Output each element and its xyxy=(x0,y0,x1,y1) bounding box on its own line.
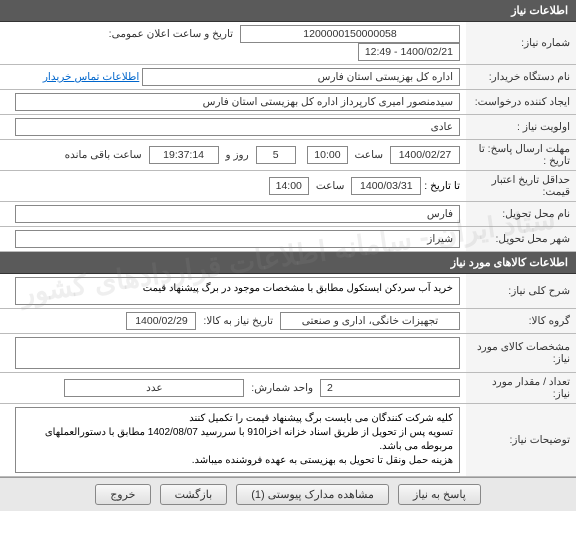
label-public-datetime: تاریخ و ساعت اعلان عمومی: xyxy=(109,28,233,40)
label-time-1: ساعت xyxy=(355,149,384,161)
group-value: تجهیزات خانگی، اداری و صنعتی xyxy=(280,312,460,330)
cell-deadline: 1400/02/27 ساعت 10:00 5 روز و 19:37:14 س… xyxy=(0,140,466,171)
cell-qty: 2 واحد شمارش: عدد xyxy=(0,373,466,404)
buyer-value: اداره کل بهزیستی استان فارس xyxy=(142,68,460,86)
view-attachments-button[interactable]: مشاهده مدارک پیوستی (1) xyxy=(236,484,389,505)
label-priority: اولویت نیاز : xyxy=(466,115,576,140)
remaining-days-value: 5 xyxy=(256,146,296,164)
general-desc-value: خرید آب سردکن ایستکول مطابق با مشخصات مو… xyxy=(15,277,460,305)
respond-button[interactable]: پاسخ به نیاز xyxy=(398,484,481,505)
return-button[interactable]: بازگشت xyxy=(160,484,228,505)
qty-value: 2 xyxy=(320,379,460,397)
exit-button[interactable]: خروج xyxy=(95,484,150,505)
cell-priority: عادی xyxy=(0,115,466,140)
deadline-date-value: 1400/02/27 xyxy=(390,146,460,164)
label-remaining: ساعت باقی مانده xyxy=(65,149,142,161)
cell-min-validity: تا تاریخ : 1400/03/31 ساعت 14:00 xyxy=(0,171,466,202)
label-unit: واحد شمارش: xyxy=(251,382,313,394)
label-time-2: ساعت xyxy=(316,180,345,192)
cell-need-number: 1200000150000058 تاریخ و ساعت اعلان عموم… xyxy=(0,22,466,65)
cell-requester: سیدمنصور امیری کارپرداز اداره کل بهزیستی… xyxy=(0,90,466,115)
label-day-and: روز و xyxy=(226,149,249,161)
min-validity-date-value: 1400/03/31 xyxy=(351,177,421,195)
remaining-time-value: 19:37:14 xyxy=(149,146,219,164)
unit-value: عدد xyxy=(64,379,244,397)
label-buyer: نام دستگاه خریدار: xyxy=(466,65,576,90)
label-delivery-state: نام محل تحویل: xyxy=(466,202,576,227)
label-to-date-2: تا تاریخ : xyxy=(424,180,460,192)
section-goods-info-header: اطلاعات کالاهای مورد نیاز xyxy=(0,252,576,274)
cell-delivery-state: فارس xyxy=(0,202,466,227)
label-requester: ایجاد کننده درخواست: xyxy=(466,90,576,115)
min-validity-time-value: 14:00 xyxy=(269,177,309,195)
label-notes: توضیحات نیاز: xyxy=(466,404,576,477)
label-group: گروه کالا: xyxy=(466,309,576,334)
section-need-info-header: اطلاعات نیاز xyxy=(0,0,576,22)
label-spec: مشخصات کالای مورد نیاز: xyxy=(466,334,576,373)
cell-delivery-city: شیراز xyxy=(0,227,466,252)
notes-value: کلیه شرکت کنندگان می بایست برگ پیشنهاد ق… xyxy=(15,407,460,473)
cell-general-desc: خرید آب سردکن ایستکول مطابق با مشخصات مو… xyxy=(0,274,466,309)
label-need-number: شماره نیاز: xyxy=(466,22,576,65)
spec-value xyxy=(15,337,460,369)
cell-buyer: اداره کل بهزیستی استان فارس اطلاعات تماس… xyxy=(0,65,466,90)
label-delivery-city: شهر محل تحویل: xyxy=(466,227,576,252)
buyer-contact-link[interactable]: اطلاعات تماس خریدار xyxy=(43,71,139,83)
need-by-value: 1400/02/29 xyxy=(126,312,196,330)
label-need-by: تاریخ نیاز به کالا: xyxy=(203,315,273,327)
public-datetime-value: 1400/02/21 - 12:49 xyxy=(358,43,460,61)
label-qty: تعداد / مقدار مورد نیاز: xyxy=(466,373,576,404)
cell-spec xyxy=(0,334,466,373)
action-bar: پاسخ به نیاز مشاهده مدارک پیوستی (1) باز… xyxy=(0,477,576,511)
goods-info-table: شرح کلی نیاز: خرید آب سردکن ایستکول مطاب… xyxy=(0,274,576,477)
priority-value: عادی xyxy=(15,118,460,136)
need-info-table: شماره نیاز: 1200000150000058 تاریخ و ساع… xyxy=(0,22,576,252)
label-min-validity: حداقل تاریخ اعتبار قیمت: xyxy=(466,171,576,202)
deadline-time-value: 10:00 xyxy=(307,146,347,164)
delivery-state-value: فارس xyxy=(15,205,460,223)
label-deadline: مهلت ارسال پاسخ: تا تاریخ : xyxy=(466,140,576,171)
delivery-city-value: شیراز xyxy=(15,230,460,248)
cell-notes: کلیه شرکت کنندگان می بایست برگ پیشنهاد ق… xyxy=(0,404,466,477)
requester-value: سیدمنصور امیری کارپرداز اداره کل بهزیستی… xyxy=(15,93,460,111)
need-number-value: 1200000150000058 xyxy=(240,25,460,43)
cell-group: تجهیزات خانگی، اداری و صنعتی تاریخ نیاز … xyxy=(0,309,466,334)
label-general-desc: شرح کلی نیاز: xyxy=(466,274,576,309)
